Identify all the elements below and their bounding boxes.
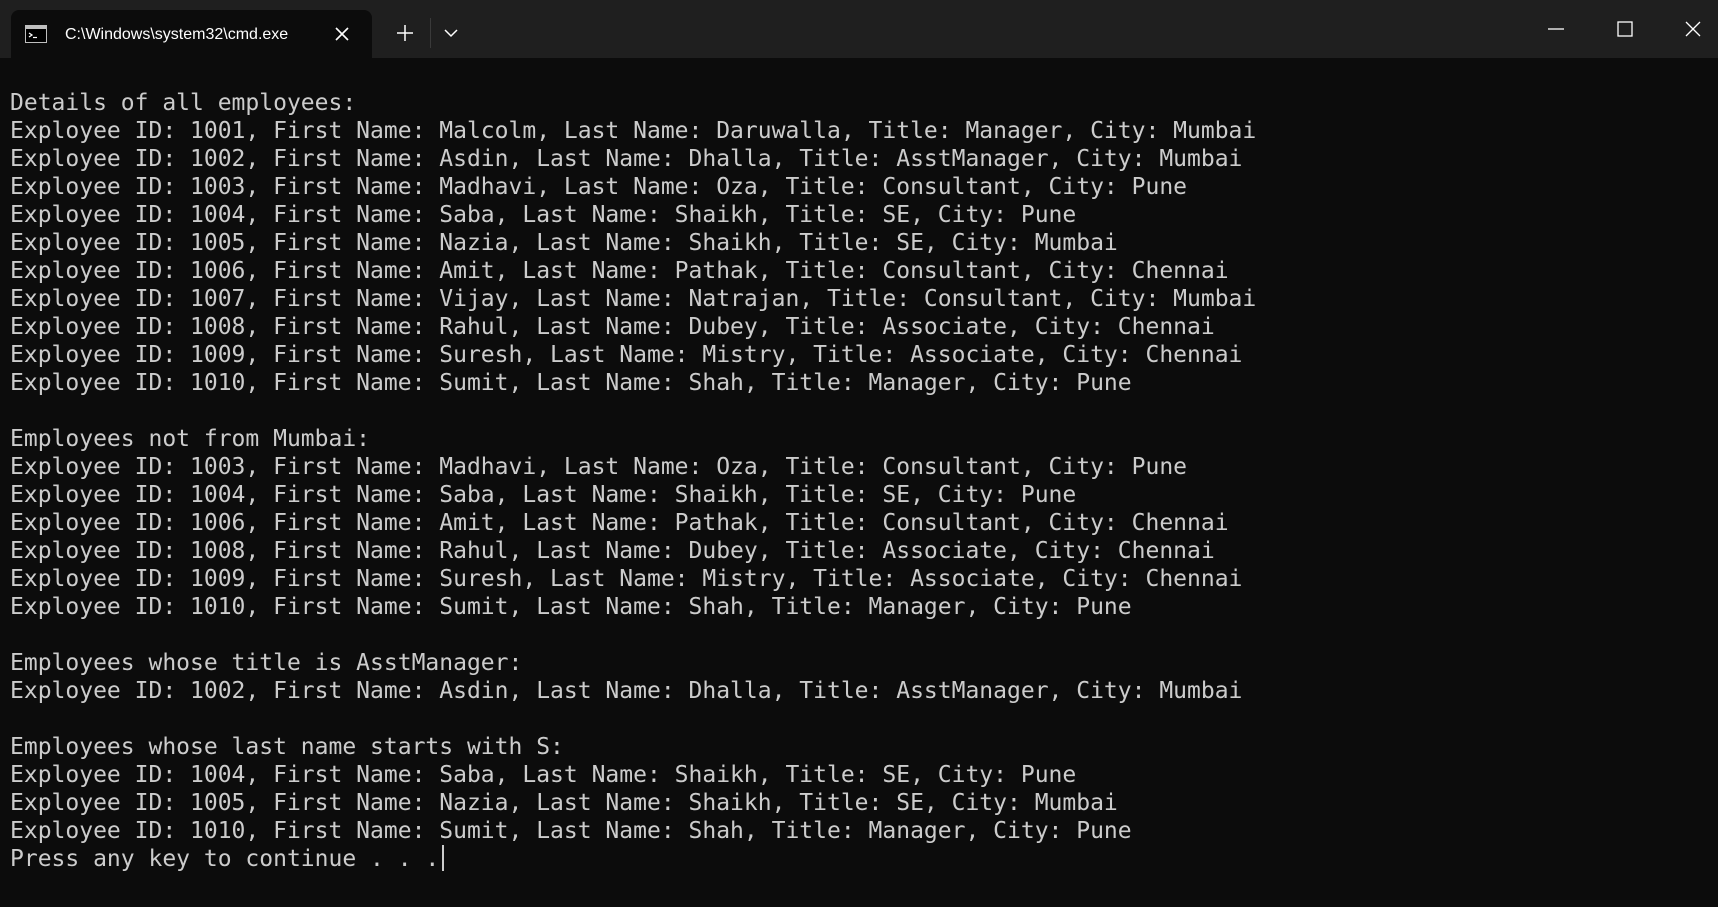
prompt-text: Press any key to continue . . . <box>10 846 440 872</box>
terminal-line: Exployee ID: 1009, First Name: Suresh, L… <box>10 566 1243 592</box>
terminal-line: Exployee ID: 1003, First Name: Madhavi, … <box>10 454 1188 480</box>
new-tab-button[interactable] <box>390 19 420 47</box>
terminal-line: Exployee ID: 1002, First Name: Asdin, La… <box>10 678 1243 704</box>
terminal-output[interactable]: Details of all employees: Exployee ID: 10… <box>0 58 1718 907</box>
tab-title: C:\Windows\system32\cmd.exe <box>65 26 289 43</box>
terminal-line: Exployee ID: 1006, First Name: Amit, Las… <box>10 258 1229 284</box>
title-bar[interactable]: C:\Windows\system32\cmd.exe <box>0 0 1718 58</box>
terminal-line: Exployee ID: 1004, First Name: Saba, Las… <box>10 762 1077 788</box>
maximize-icon <box>1617 21 1633 37</box>
terminal-line: Exployee ID: 1010, First Name: Sumit, La… <box>10 818 1132 844</box>
terminal-line: Employees whose last name starts with S: <box>10 734 564 760</box>
terminal-line: Exployee ID: 1005, First Name: Nazia, La… <box>10 230 1118 256</box>
tab-close-icon[interactable] <box>330 22 354 46</box>
close-icon <box>1685 21 1701 37</box>
cmd-terminal-icon <box>25 25 47 43</box>
terminal-line: Exployee ID: 1001, First Name: Malcolm, … <box>10 118 1257 144</box>
terminal-line: Exployee ID: 1005, First Name: Nazia, La… <box>10 790 1118 816</box>
terminal-line: Exployee ID: 1009, First Name: Suresh, L… <box>10 342 1243 368</box>
terminal-line: Details of all employees: <box>10 90 357 116</box>
terminal-line: Exployee ID: 1008, First Name: Rahul, La… <box>10 314 1215 340</box>
tab-cmd[interactable]: C:\Windows\system32\cmd.exe <box>11 10 372 58</box>
chevron-down-icon <box>444 29 458 38</box>
terminal-window: C:\Windows\system32\cmd.exe Details of a… <box>0 0 1718 907</box>
terminal-line: Exployee ID: 1010, First Name: Sumit, La… <box>10 594 1132 620</box>
prompt-line: Press any key to continue . . . <box>10 845 445 873</box>
text-cursor <box>442 845 445 871</box>
minimize-button[interactable] <box>1521 0 1589 58</box>
tab-separator <box>430 18 431 48</box>
terminal-line: Exployee ID: 1010, First Name: Sumit, La… <box>10 370 1132 396</box>
terminal-line: Employees whose title is AsstManager: <box>10 650 523 676</box>
terminal-line: Exployee ID: 1007, First Name: Vijay, La… <box>10 286 1257 312</box>
terminal-line: Exployee ID: 1004, First Name: Saba, Las… <box>10 482 1077 508</box>
terminal-line: Exployee ID: 1002, First Name: Asdin, La… <box>10 146 1243 172</box>
terminal-line: Employees not from Mumbai: <box>10 426 371 452</box>
terminal-line: Exployee ID: 1004, First Name: Saba, Las… <box>10 202 1077 228</box>
terminal-line: Exployee ID: 1008, First Name: Rahul, La… <box>10 538 1215 564</box>
profiles-dropdown-button[interactable] <box>436 19 466 47</box>
close-window-button[interactable] <box>1658 0 1718 58</box>
terminal-line: Exployee ID: 1006, First Name: Amit, Las… <box>10 510 1229 536</box>
maximize-button[interactable] <box>1590 0 1658 58</box>
terminal-line: Exployee ID: 1003, First Name: Madhavi, … <box>10 174 1188 200</box>
plus-icon <box>397 25 413 41</box>
